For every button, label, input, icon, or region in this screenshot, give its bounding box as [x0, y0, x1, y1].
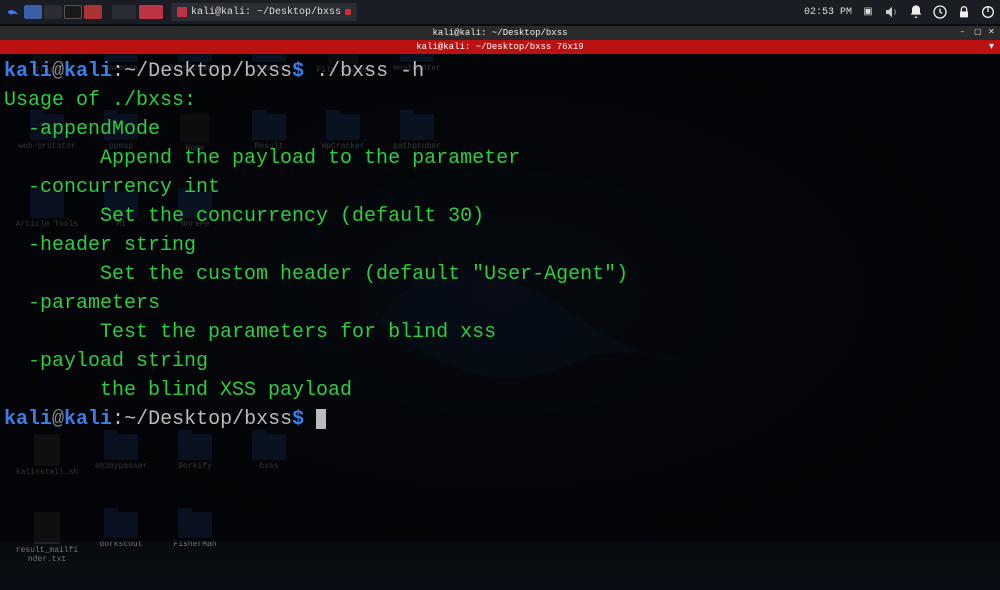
updates-icon[interactable] [932, 4, 948, 20]
workspace-switcher[interactable] [112, 5, 163, 19]
maximize-button[interactable]: ▢ [974, 29, 982, 37]
desktop-item-label: dorkscout [99, 541, 142, 550]
prompt-user: kali [4, 60, 52, 83]
workspace-1[interactable] [112, 5, 136, 19]
prompt-host-2: kali [64, 408, 112, 431]
prompt-colon-2: : [112, 408, 124, 431]
window-icon [177, 7, 187, 17]
taskbar: kali@kali: ~/Desktop/bxss 02:53 PM ▣ [0, 0, 1000, 24]
prompt-path: ~/Desktop/bxss [124, 60, 292, 83]
tab-active[interactable]: kali@kali: ~/Desktop/bxss 76x19 [416, 42, 583, 52]
prompt-dollar: $ [292, 60, 304, 83]
output-flag-parameters-desc: Test the parameters for blind xss [4, 321, 496, 344]
output-flag-parameters: -parameters [4, 292, 160, 315]
close-button[interactable]: ✕ [988, 29, 996, 37]
terminal-launcher-icon[interactable] [64, 5, 82, 19]
cursor [316, 409, 326, 429]
clock[interactable]: 02:53 PM [804, 7, 852, 18]
taskbar-right: 02:53 PM ▣ [804, 4, 996, 20]
output-usage: Usage of ./bxss: [4, 89, 196, 112]
terminal-window: kali@kali: ~/Desktop/bxss – ▢ ✕ kali@kal… [0, 26, 1000, 542]
minimize-button[interactable]: – [960, 29, 968, 37]
output-flag-concurrency-desc: Set the concurrency (default 30) [4, 205, 484, 228]
taskbar-window-item[interactable]: kali@kali: ~/Desktop/bxss [171, 3, 357, 21]
workspace-2[interactable] [139, 5, 163, 19]
titlebar[interactable]: kali@kali: ~/Desktop/bxss – ▢ ✕ [0, 26, 1000, 40]
window-title: kali@kali: ~/Desktop/bxss [432, 28, 567, 38]
tab-bar: kali@kali: ~/Desktop/bxss 76x19 ▾ [0, 40, 1000, 54]
output-flag-payload: -payload string [4, 350, 208, 373]
power-icon[interactable] [980, 4, 996, 20]
desktop[interactable]: TrashosreconBlackDragonjuumlaFile System… [0, 24, 1000, 562]
window-controls: – ▢ ✕ [960, 29, 996, 37]
app-icon[interactable] [84, 5, 102, 19]
volume-icon[interactable] [884, 4, 900, 20]
desktop-item-label: FisherMan [173, 541, 216, 550]
prompt-path-2: ~/Desktop/bxss [124, 408, 292, 431]
output-flag-concurrency: -concurrency int [4, 176, 220, 199]
workspace-overview-icon[interactable]: ▣ [860, 4, 876, 20]
notifications-icon[interactable] [908, 4, 924, 20]
prompt-at-2: @ [52, 408, 64, 431]
prompt-at: @ [52, 60, 64, 83]
file-manager-icon[interactable] [24, 5, 42, 19]
prompt-dollar-2: $ [292, 408, 304, 431]
output-flag-appendmode-desc: Append the payload to the parameter [4, 147, 520, 170]
prompt-colon: : [112, 60, 124, 83]
kali-menu-icon[interactable] [4, 3, 22, 21]
output-flag-header-desc: Set the custom header (default "User-Age… [4, 263, 628, 286]
prompt-user-2: kali [4, 408, 52, 431]
task-indicator-icon [345, 9, 351, 15]
taskbar-left: kali@kali: ~/Desktop/bxss [4, 3, 357, 21]
tab-dropdown-icon[interactable]: ▾ [989, 41, 994, 53]
terminal-body[interactable]: kali@kali:~/Desktop/bxss$ ./bxss -h Usag… [0, 54, 1000, 542]
output-flag-header: -header string [4, 234, 196, 257]
prompt-host: kali [64, 60, 112, 83]
command-1: ./bxss -h [316, 60, 424, 83]
browser-icon[interactable] [44, 5, 62, 19]
task-label: kali@kali: ~/Desktop/bxss [191, 7, 341, 18]
output-flag-payload-desc: the blind XSS payload [4, 379, 352, 402]
lock-icon[interactable] [956, 4, 972, 20]
output-flag-appendmode: -appendMode [4, 118, 160, 141]
